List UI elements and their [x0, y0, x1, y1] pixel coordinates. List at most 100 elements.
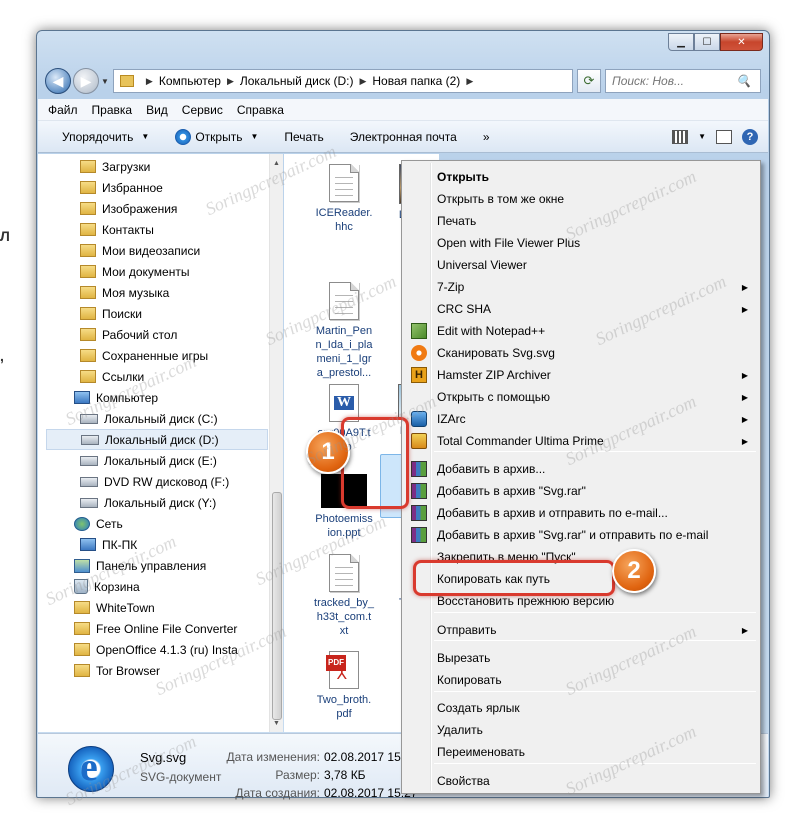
nav-item[interactable]: Компьютер — [74, 387, 158, 408]
back-button[interactable]: ◀ — [45, 68, 71, 94]
change-view-icon[interactable] — [672, 129, 689, 144]
menu-view[interactable]: Вид — [146, 103, 168, 117]
context-menu-item[interactable]: Печать — [404, 210, 758, 232]
context-menu-item[interactable]: CRC SHA ▶ — [404, 298, 758, 320]
submenu-arrow-icon: ▶ — [741, 370, 748, 380]
nav-item[interactable]: Сеть — [74, 513, 123, 534]
nav-scrollbar[interactable]: ▲ ▼ — [269, 154, 283, 732]
help-icon[interactable]: ? — [742, 128, 758, 145]
context-menu-item[interactable]: Удалить — [404, 719, 758, 741]
context-menu-item[interactable]: Universal Viewer — [404, 254, 758, 276]
nav-item[interactable]: Мои видеозаписи — [80, 240, 200, 261]
nav-item[interactable]: Моя музыка — [80, 282, 169, 303]
pdf-icon: PDF ⅄ — [326, 651, 359, 689]
nav-item[interactable]: Free Online File Converter — [74, 618, 237, 639]
address-bar[interactable]: ▶ Компьютер ▶ Локальный диск (D:) ▶ Нова… — [112, 69, 573, 93]
email-button[interactable]: Электронная почта — [350, 130, 457, 144]
close-button[interactable]: ✕ — [720, 33, 763, 51]
context-menu-item[interactable]: Total Commander Ultima Prime ▶ — [404, 430, 758, 452]
nav-item[interactable]: Корзина — [74, 576, 140, 597]
context-menu-item[interactable]: Переименовать — [404, 741, 758, 763]
context-menu-item[interactable]: Копировать — [404, 669, 758, 691]
context-menu-item[interactable]: Открыть с помощью ▶ — [404, 386, 758, 408]
open-button[interactable]: Открыть ▼ — [175, 128, 259, 145]
menu-tools[interactable]: Сервис — [182, 103, 223, 117]
file-item[interactable]: tracked_by_ h33t_com.t xt — [304, 554, 384, 638]
menu-file[interactable]: Файл — [48, 103, 78, 117]
context-menu-item[interactable]: Открыть — [404, 166, 758, 188]
nav-item[interactable]: Изображения — [80, 198, 177, 219]
organize-button[interactable]: Упорядочить ▼ — [62, 130, 149, 144]
context-menu-item[interactable]: Сканировать Svg.svg — [404, 342, 758, 364]
scroll-down-icon[interactable]: ▼ — [270, 716, 283, 730]
nav-item[interactable]: Избранное — [80, 177, 163, 198]
nav-item[interactable]: ПК-ПК — [80, 534, 137, 555]
context-menu-item[interactable]: 7-Zip ▶ — [404, 276, 758, 298]
nav-item-label: Локальный диск (C:) — [104, 411, 218, 426]
nav-item[interactable]: Локальный диск (D:) — [46, 429, 268, 450]
menu-help[interactable]: Справка — [237, 103, 284, 117]
context-menu-item[interactable]: IZArc ▶ — [404, 408, 758, 430]
context-menu-item[interactable]: Вырезать — [404, 647, 758, 669]
context-menu-item[interactable]: Добавить в архив и отправить по e-mail..… — [404, 502, 758, 524]
nav-item[interactable]: Локальный диск (C:) — [80, 408, 218, 429]
chevron-right-icon[interactable]: ▶ — [359, 76, 366, 87]
command-bar: Упорядочить ▼ Открыть ▼ Печать Электронн… — [38, 121, 768, 153]
nav-item[interactable]: Tor Browser — [74, 660, 160, 681]
chevron-right-icon[interactable]: ▶ — [146, 76, 153, 87]
menu-edit[interactable]: Правка — [92, 103, 133, 117]
chevron-down-icon[interactable]: ▼ — [698, 132, 706, 141]
nav-item[interactable]: Мои документы — [80, 261, 189, 282]
nav-item[interactable]: Сохраненные игры — [80, 345, 208, 366]
context-menu-item[interactable]: Edit with Notepad++ — [404, 320, 758, 342]
context-menu-item[interactable]: Создать ярлык — [404, 697, 758, 719]
file-item[interactable]: PDF ⅄ Two_broth. pdf — [304, 651, 384, 721]
nav-item[interactable]: OpenOffice 4.1.3 (ru) Insta — [74, 639, 238, 660]
nav-item[interactable]: Поиски — [80, 303, 142, 324]
chevron-down-icon: ▼ — [250, 132, 259, 141]
search-icon[interactable]: 🔍 — [736, 74, 751, 88]
nav-item[interactable]: WhiteTown — [74, 597, 155, 618]
search-input[interactable] — [612, 74, 736, 88]
context-menu-item[interactable]: Отправить ▶ — [404, 619, 758, 641]
nav-item[interactable]: Ссылки — [80, 366, 144, 387]
chevron-right-icon[interactable]: ▶ — [227, 76, 234, 87]
ie-file-icon — [68, 743, 114, 792]
nav-item[interactable]: Панель управления — [74, 555, 206, 576]
minimize-button[interactable]: ▁ — [668, 33, 694, 51]
chevron-right-icon[interactable]: ▶ — [466, 76, 473, 87]
scroll-up-icon[interactable]: ▲ — [270, 156, 283, 170]
context-menu-item[interactable]: Open with File Viewer Plus — [404, 232, 758, 254]
nav-item-label: Изображения — [102, 201, 178, 216]
breadcrumb-new-folder[interactable]: Новая папка (2) — [372, 74, 460, 88]
nav-item[interactable]: Рабочий стол — [80, 324, 177, 345]
refresh-button[interactable]: ⟳ — [577, 69, 601, 93]
search-box[interactable]: 🔍 — [605, 69, 761, 93]
context-menu-item[interactable]: Добавить в архив "Svg.rar" и отправить п… — [404, 524, 758, 546]
context-menu-item[interactable]: Свойства — [404, 770, 758, 792]
history-dropdown-icon[interactable]: ▼ — [101, 77, 109, 86]
folder-icon — [74, 622, 90, 635]
winrar-icon — [411, 505, 427, 521]
preview-pane-icon[interactable] — [716, 129, 732, 144]
scroll-thumb[interactable] — [272, 492, 282, 720]
nav-item[interactable]: Локальный диск (E:) — [80, 450, 217, 471]
document-icon — [329, 282, 359, 320]
context-menu-item[interactable]: H Hamster ZIP Archiver ▶ — [404, 364, 758, 386]
file-item[interactable]: Martin_Pen n_Ida_i_pla meni_1_Igr a_pres… — [304, 282, 384, 380]
context-menu-item[interactable]: Открыть в том же окне — [404, 188, 758, 210]
nav-item[interactable]: DVD RW дисковод (F:) — [80, 471, 229, 492]
maximize-button[interactable]: ☐ — [694, 33, 720, 51]
context-menu-item[interactable]: Добавить в архив "Svg.rar" — [404, 480, 758, 502]
more-commands-icon[interactable]: » — [483, 130, 490, 144]
nav-item[interactable]: Локальный диск (Y:) — [80, 492, 216, 513]
print-button[interactable]: Печать — [284, 130, 323, 144]
file-item[interactable]: ICEReader. hhc — [304, 164, 384, 234]
context-menu-item[interactable]: Добавить в архив... — [404, 458, 758, 480]
nav-item[interactable]: Загрузки — [80, 156, 150, 177]
forward-button[interactable]: ▶ — [73, 68, 99, 94]
breadcrumb-drive-d[interactable]: Локальный диск (D:) — [240, 74, 354, 88]
open-label: Открыть — [195, 129, 243, 144]
breadcrumb-computer[interactable]: Компьютер — [159, 74, 221, 88]
nav-item[interactable]: Контакты — [80, 219, 154, 240]
